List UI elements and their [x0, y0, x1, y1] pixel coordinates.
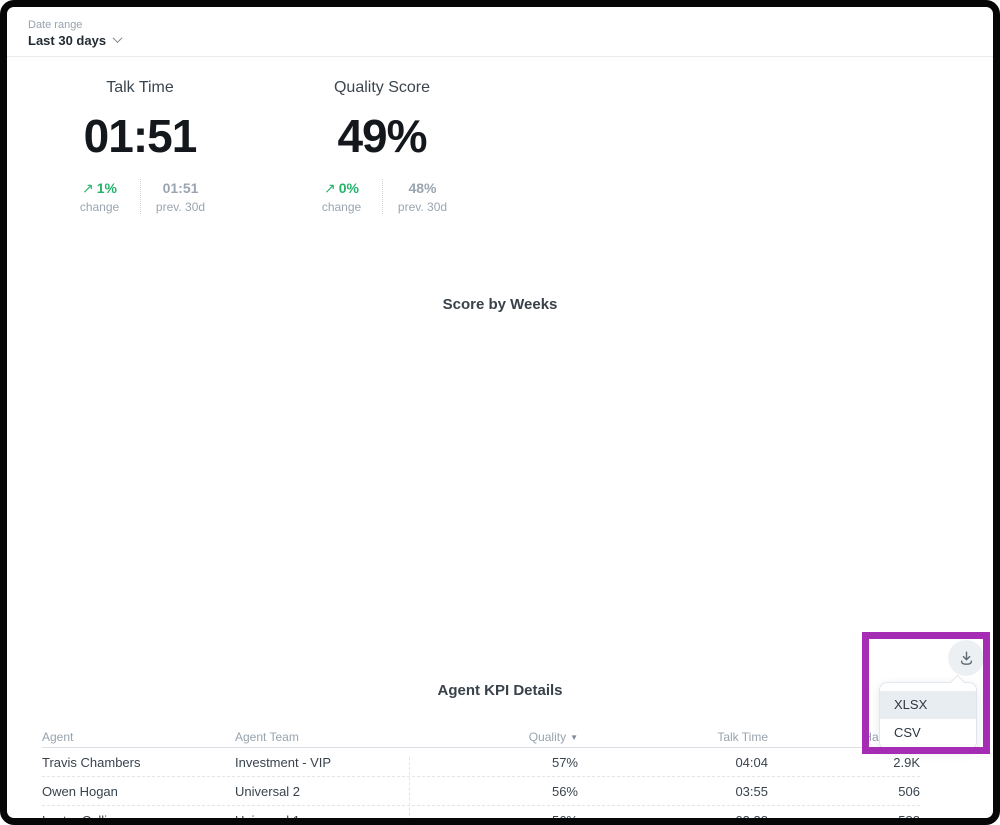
table-cell: Owen Hogan: [42, 784, 235, 799]
column-header-quality[interactable]: Quality▼: [410, 730, 578, 744]
kpi-value: 01:51: [84, 113, 197, 159]
table-title: Agent KPI Details: [7, 682, 993, 699]
table-header-row: AgentAgent TeamQuality▼Talk TimeHandled …: [42, 730, 920, 748]
export-menu: XLSXCSV: [879, 682, 977, 750]
kpi-change: ↗1%: [82, 179, 117, 197]
table-body: Travis ChambersInvestment - VIP57%04:042…: [42, 748, 920, 825]
table-cell: Universal 1: [235, 813, 410, 825]
kpi-talk-time: Talk Time 01:51 ↗1% change 01:51 prev. 3…: [30, 79, 250, 214]
table-row[interactable]: Lester CollinsUniversal 156%03:38588: [42, 806, 920, 825]
column-divider: [409, 757, 410, 825]
table-cell: 56%: [410, 813, 578, 825]
kpi-value: 49%: [337, 113, 426, 159]
sort-desc-icon: ▼: [570, 733, 578, 742]
date-range-value: Last 30 days: [28, 33, 106, 48]
table-cell: 506: [768, 784, 920, 799]
date-range-selector[interactable]: Last 30 days: [28, 33, 121, 48]
table-cell: 03:55: [578, 784, 768, 799]
kpi-change-label: change: [80, 200, 119, 214]
divider: [382, 179, 383, 214]
table-cell: Lester Collins: [42, 813, 235, 825]
kpi-change: ↗0%: [324, 179, 359, 197]
table-cell: 04:04: [578, 755, 768, 770]
kpi-title: Quality Score: [334, 79, 430, 97]
kpi-change-label: change: [322, 200, 361, 214]
download-button[interactable]: [948, 640, 984, 676]
column-header-talk-time[interactable]: Talk Time: [578, 730, 768, 744]
table-cell: 03:38: [578, 813, 768, 825]
chart-title: Score by Weeks: [7, 296, 993, 313]
column-header-agent[interactable]: Agent: [42, 730, 235, 744]
column-header-agent-team[interactable]: Agent Team: [235, 730, 410, 744]
table-cell: Investment - VIP: [235, 755, 410, 770]
kpi-prev-value: 01:51: [163, 179, 199, 197]
kpi-title: Talk Time: [106, 79, 174, 97]
export-option-xlsx[interactable]: XLSX: [880, 691, 976, 719]
table-cell: 588: [768, 813, 920, 825]
table-row[interactable]: Travis ChambersInvestment - VIP57%04:042…: [42, 748, 920, 777]
table-cell: Universal 2: [235, 784, 410, 799]
table-cell: 56%: [410, 784, 578, 799]
chevron-down-icon: [113, 33, 123, 43]
kpi-prev-value: 48%: [408, 179, 436, 197]
menu-notch: [950, 675, 966, 691]
export-option-csv[interactable]: CSV: [880, 719, 976, 747]
table-cell: 57%: [410, 755, 578, 770]
trend-up-icon: ↗: [324, 180, 336, 196]
date-range-label: Date range: [28, 19, 82, 31]
table-row[interactable]: Owen HoganUniversal 256%03:55506: [42, 777, 920, 806]
table-cell: 2.9K: [768, 755, 920, 770]
kpi-prev-label: prev. 30d: [156, 200, 205, 214]
table-cell: Travis Chambers: [42, 755, 235, 770]
download-icon: [958, 650, 975, 667]
topbar: Date range Last 30 days: [7, 7, 993, 57]
chart-canvas: 30%40%50%60%70%W23/2019W24/2019W25/2019W…: [80, 330, 970, 602]
agent-kpi-table: AgentAgent TeamQuality▼Talk TimeHandled …: [42, 730, 920, 825]
kpi-quality-score: Quality Score 49% ↗0% change 48% prev. 3…: [272, 79, 492, 214]
kpi-prev-label: prev. 30d: [398, 200, 447, 214]
trend-up-icon: ↗: [82, 180, 94, 196]
score-by-weeks-chart: 30%40%50%60%70%W23/2019W24/2019W25/2019W…: [80, 330, 970, 602]
divider: [140, 179, 141, 214]
dashboard-window: Date range Last 30 days Talk Time 01:51 …: [0, 0, 1000, 825]
